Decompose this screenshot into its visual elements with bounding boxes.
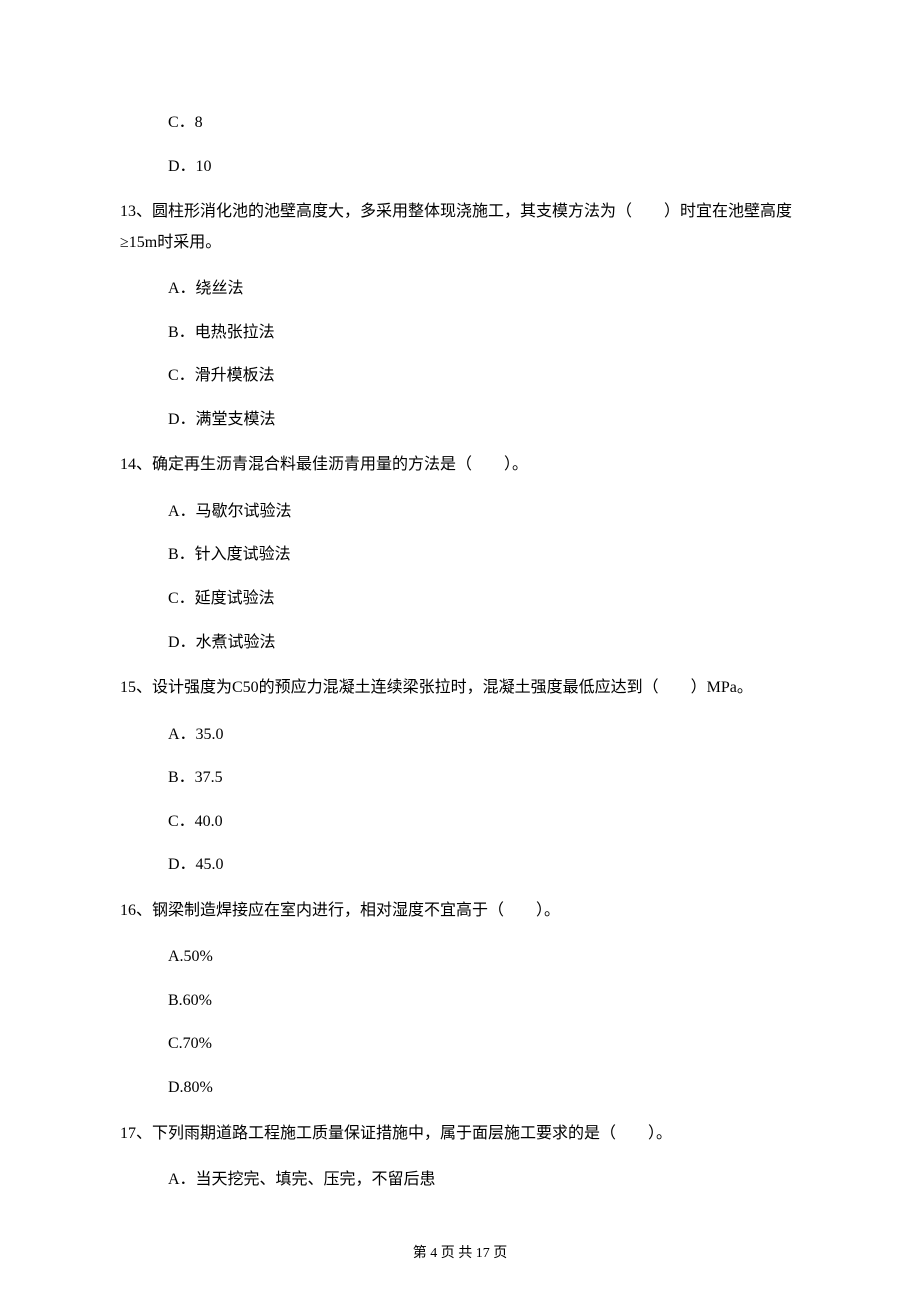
question-stem: 14、确定再生沥青混合料最佳沥青用量的方法是（ ）。 <box>120 450 800 480</box>
question-stem: 17、下列雨期道路工程施工质量保证措施中，属于面层施工要求的是（ ）。 <box>120 1119 800 1149</box>
option-a: A．马歇尔试验法 <box>120 499 800 525</box>
orphan-option-d: D．10 <box>120 154 800 180</box>
option-a: A．当天挖完、填完、压完，不留后患 <box>120 1167 800 1193</box>
question-14: 14、确定再生沥青混合料最佳沥青用量的方法是（ ）。 A．马歇尔试验法 B．针入… <box>120 450 800 655</box>
question-17: 17、下列雨期道路工程施工质量保证措施中，属于面层施工要求的是（ ）。 A．当天… <box>120 1119 800 1193</box>
option-b: B．电热张拉法 <box>120 320 800 346</box>
option-c: C．40.0 <box>120 809 800 835</box>
option-b: B．针入度试验法 <box>120 542 800 568</box>
option-d: D．满堂支模法 <box>120 407 800 433</box>
option-d: D．水煮试验法 <box>120 630 800 656</box>
option-a: A．35.0 <box>120 722 800 748</box>
option-d: D．45.0 <box>120 852 800 878</box>
orphan-option-c: C．8 <box>120 110 800 136</box>
option-d: D.80% <box>120 1075 800 1101</box>
page-footer: 第 4 页 共 17 页 <box>0 1242 920 1262</box>
question-13: 13、圆柱形消化池的池壁高度大，多采用整体现浇施工，其支模方法为（ ）时宜在池壁… <box>120 197 800 432</box>
option-a: A．绕丝法 <box>120 276 800 302</box>
option-c: C．滑升模板法 <box>120 363 800 389</box>
option-b: B.60% <box>120 988 800 1014</box>
option-a: A.50% <box>120 944 800 970</box>
option-c: C．延度试验法 <box>120 586 800 612</box>
question-stem: 16、钢梁制造焊接应在室内进行，相对湿度不宜高于（ ）。 <box>120 896 800 926</box>
option-b: B．37.5 <box>120 765 800 791</box>
question-stem: 13、圆柱形消化池的池壁高度大，多采用整体现浇施工，其支模方法为（ ）时宜在池壁… <box>120 197 800 258</box>
question-16: 16、钢梁制造焊接应在室内进行，相对湿度不宜高于（ ）。 A.50% B.60%… <box>120 896 800 1101</box>
question-stem: 15、设计强度为C50的预应力混凝土连续梁张拉时，混凝土强度最低应达到（ ）MP… <box>120 673 800 703</box>
option-c: C.70% <box>120 1031 800 1057</box>
question-15: 15、设计强度为C50的预应力混凝土连续梁张拉时，混凝土强度最低应达到（ ）MP… <box>120 673 800 878</box>
